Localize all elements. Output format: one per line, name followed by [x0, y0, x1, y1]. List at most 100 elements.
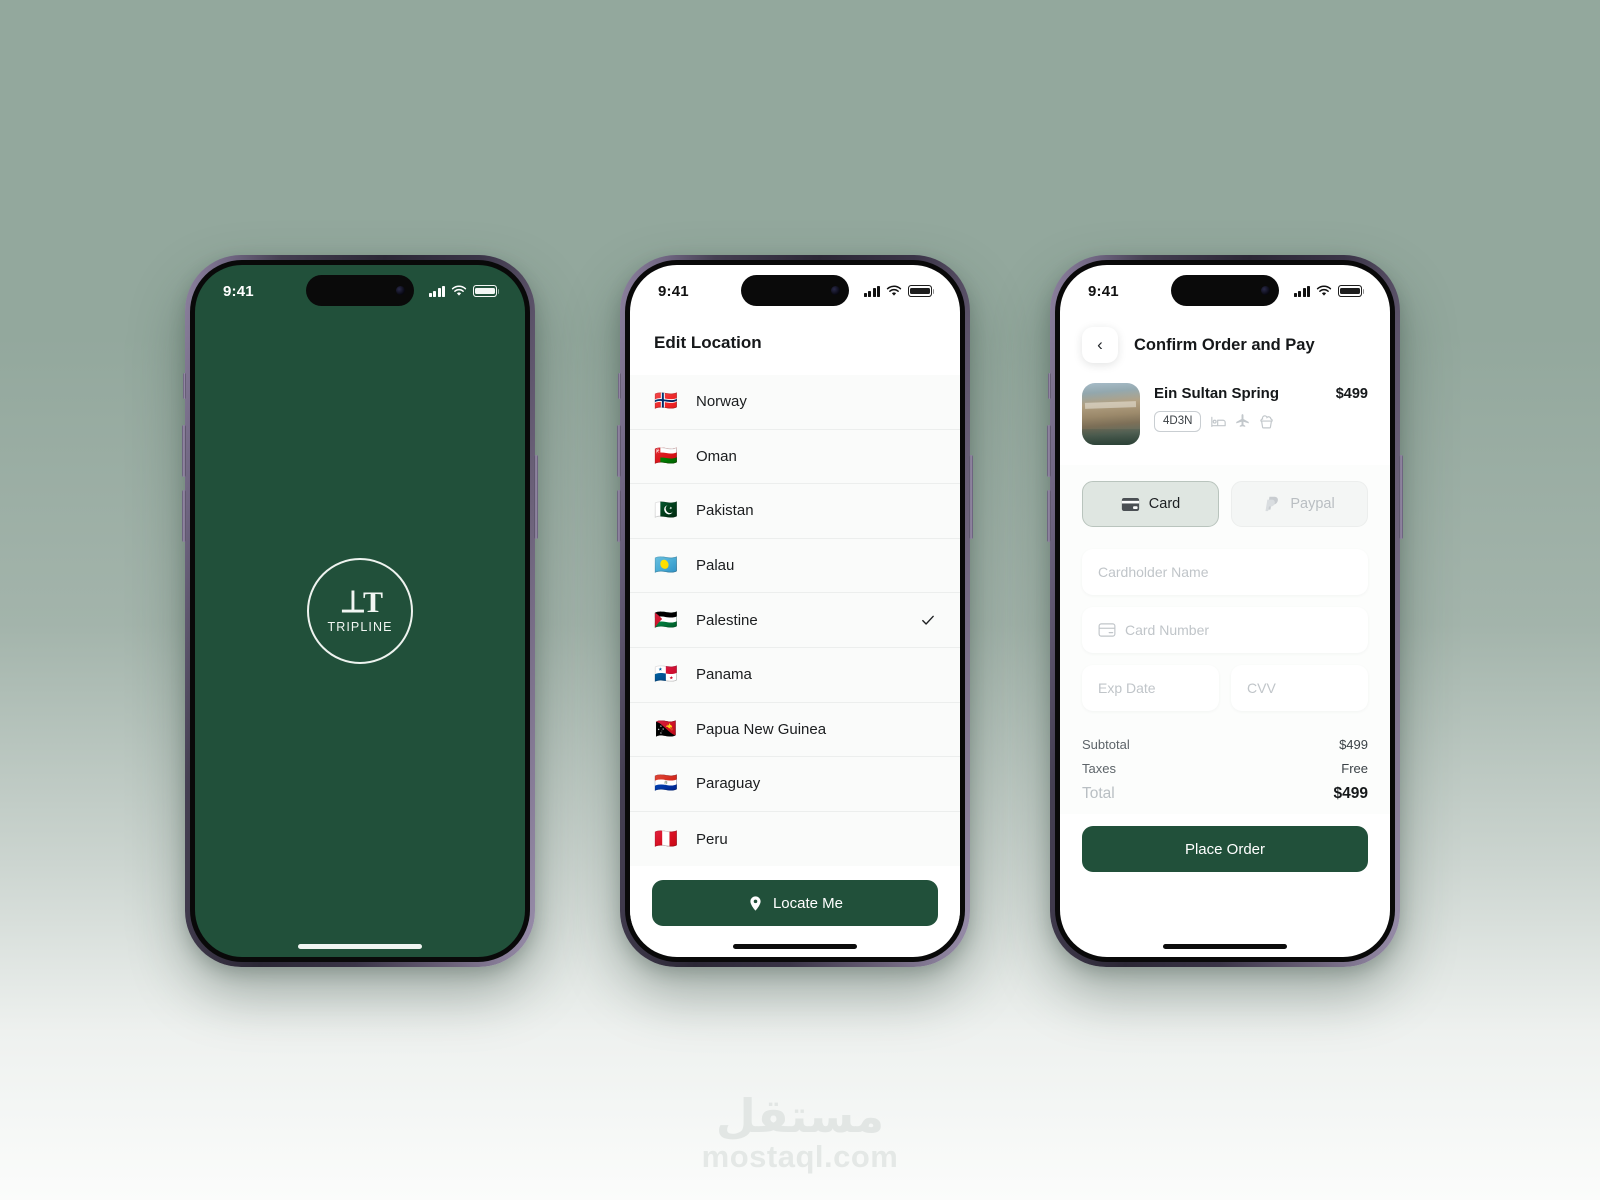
cellular-signal-icon: [428, 285, 445, 297]
list-item[interactable]: 🇵🇬 Papua New Guinea: [630, 703, 960, 758]
list-item[interactable]: 🇴🇲 Oman: [630, 430, 960, 485]
splash-logo-wrap: ⊥T TRIPLINE: [195, 265, 525, 957]
app-logo: ⊥T TRIPLINE: [307, 558, 413, 664]
volume-down-button[interactable]: [1047, 490, 1051, 542]
locate-me-label: Locate Me: [772, 894, 844, 912]
cellular-signal-icon: [863, 285, 880, 297]
screen-edit-location: 9:41 Edit Location 🇳🇴 Norway 🇴🇲 Oman 🇵🇰 …: [630, 265, 960, 957]
screen-splash: 9:41 ⊥T TRIPLINE: [195, 265, 525, 957]
country-name: Palestine: [696, 611, 758, 629]
country-name: Norway: [696, 393, 747, 411]
tab-card-label: Card: [1148, 496, 1181, 512]
battery-icon: [1338, 285, 1365, 297]
taxes-label: Taxes: [1082, 761, 1116, 776]
product-thumbnail: [1082, 383, 1140, 445]
country-name: Oman: [696, 447, 737, 465]
watermark-arabic: مستقل: [715, 1089, 885, 1143]
silent-switch[interactable]: [183, 373, 186, 399]
list-item[interactable]: 🇵🇰 Pakistan: [630, 484, 960, 539]
exp-date-input[interactable]: Exp Date: [1082, 665, 1219, 711]
logo-monogram-icon: ⊥T: [339, 586, 383, 619]
edit-location-header: Edit Location: [630, 317, 960, 375]
edit-location-footer: Locate Me: [630, 866, 960, 927]
subtotal-label: Subtotal: [1082, 737, 1130, 752]
tab-paypal-label: Paypal: [1290, 496, 1335, 512]
watermark-latin: mostaql.com: [701, 1139, 899, 1174]
subtotal-value: $499: [1339, 737, 1368, 752]
flag-icon: 🇵🇰: [654, 499, 678, 522]
country-name: Peru: [696, 830, 728, 848]
volume-down-button[interactable]: [182, 490, 186, 542]
flag-icon: 🇵🇸: [654, 608, 678, 631]
list-item[interactable]: 🇵🇼 Palau: [630, 539, 960, 594]
country-name: Palau: [696, 557, 735, 575]
power-button[interactable]: [969, 455, 973, 539]
total-row-subtotal: Subtotal $499: [1082, 737, 1368, 752]
flag-icon: 🇵🇼: [654, 554, 678, 577]
flag-icon: 🇵🇬: [654, 717, 678, 740]
back-button[interactable]: ‹: [1082, 327, 1118, 363]
list-item[interactable]: 🇵🇾 Paraguay: [630, 757, 960, 812]
watermark: مستقل mostaql.com: [0, 1093, 1600, 1172]
phone-edit-location: 9:41 Edit Location 🇳🇴 Norway 🇴🇲 Oman 🇵🇰 …: [617, 255, 973, 967]
list-item[interactable]: 🇵🇪 Peru: [630, 812, 960, 867]
silent-switch[interactable]: [618, 373, 621, 399]
battery-icon: [473, 285, 500, 297]
battery-icon: [908, 285, 935, 297]
order-totals: Subtotal $499 Taxes Free Total $499: [1082, 723, 1368, 814]
card-number-input[interactable]: Card Number: [1082, 607, 1368, 653]
flag-icon: 🇴🇲: [654, 444, 678, 467]
dynamic-island: [741, 275, 849, 306]
flag-icon: 🇵🇾: [654, 772, 678, 795]
exp-date-placeholder: Exp Date: [1098, 680, 1156, 696]
phone-bezel: 9:41 Edit Location 🇳🇴 Norway 🇴🇲 Oman 🇵🇰 …: [625, 260, 965, 962]
home-indicator[interactable]: [733, 944, 857, 949]
silent-switch[interactable]: [1048, 373, 1051, 399]
status-bar: 9:41: [195, 265, 525, 317]
status-indicators: [428, 285, 500, 297]
home-indicator[interactable]: [298, 944, 422, 949]
paypal-icon: [1265, 496, 1279, 512]
list-item[interactable]: 🇵🇦 Panama: [630, 648, 960, 703]
volume-up-button[interactable]: [617, 425, 621, 477]
status-time: 9:41: [223, 282, 254, 300]
volume-up-button[interactable]: [182, 425, 186, 477]
volume-down-button[interactable]: [617, 490, 621, 542]
screen-confirm-order: 9:41 ‹ Confirm Order and Pay Ein Sultan …: [1060, 265, 1390, 957]
duration-badge: 4D3N: [1154, 411, 1202, 432]
product-meta: 4D3N: [1154, 411, 1322, 432]
payment-method-tabs[interactable]: Card Paypal: [1082, 465, 1368, 527]
locate-me-button[interactable]: Locate Me: [652, 880, 938, 927]
card-number-icon: [1098, 623, 1116, 637]
home-indicator[interactable]: [1163, 944, 1287, 949]
tab-paypal[interactable]: Paypal: [1231, 481, 1368, 527]
product-details: Ein Sultan Spring 4D3N: [1154, 383, 1322, 432]
country-name: Pakistan: [696, 502, 754, 520]
total-row-taxes: Taxes Free: [1082, 761, 1368, 776]
country-list[interactable]: 🇳🇴 Norway 🇴🇲 Oman 🇵🇰 Pakistan 🇵🇼 Palau �: [630, 375, 960, 867]
page-title: Edit Location: [654, 333, 762, 352]
power-button[interactable]: [1399, 455, 1403, 539]
flag-icon: 🇵🇪: [654, 827, 678, 850]
power-button[interactable]: [534, 455, 538, 539]
cellular-signal-icon: [1293, 285, 1310, 297]
hotel-icon: [1211, 416, 1227, 427]
card-extra-row: Exp Date CVV: [1082, 665, 1368, 723]
phone-splash: 9:41 ⊥T TRIPLINE: [182, 255, 538, 967]
list-item[interactable]: 🇳🇴 Norway: [630, 375, 960, 430]
cvv-input[interactable]: CVV: [1231, 665, 1368, 711]
place-order-button[interactable]: Place Order: [1082, 826, 1368, 872]
product-summary-card: Ein Sultan Spring 4D3N $499: [1060, 379, 1390, 465]
cardholder-name-input[interactable]: Cardholder Name: [1082, 549, 1368, 595]
taxes-value: Free: [1341, 761, 1368, 776]
list-item-selected[interactable]: 🇵🇸 Palestine: [630, 593, 960, 648]
status-time: 9:41: [658, 282, 689, 300]
wifi-icon: [451, 285, 467, 296]
status-bar: 9:41: [630, 265, 960, 317]
dynamic-island: [1171, 275, 1279, 306]
card-form: Cardholder Name Card Number Exp Date CVV: [1082, 549, 1368, 723]
tab-card[interactable]: Card: [1082, 481, 1219, 527]
volume-up-button[interactable]: [1047, 425, 1051, 477]
dynamic-island: [306, 275, 414, 306]
location-pin-icon: [750, 896, 761, 911]
